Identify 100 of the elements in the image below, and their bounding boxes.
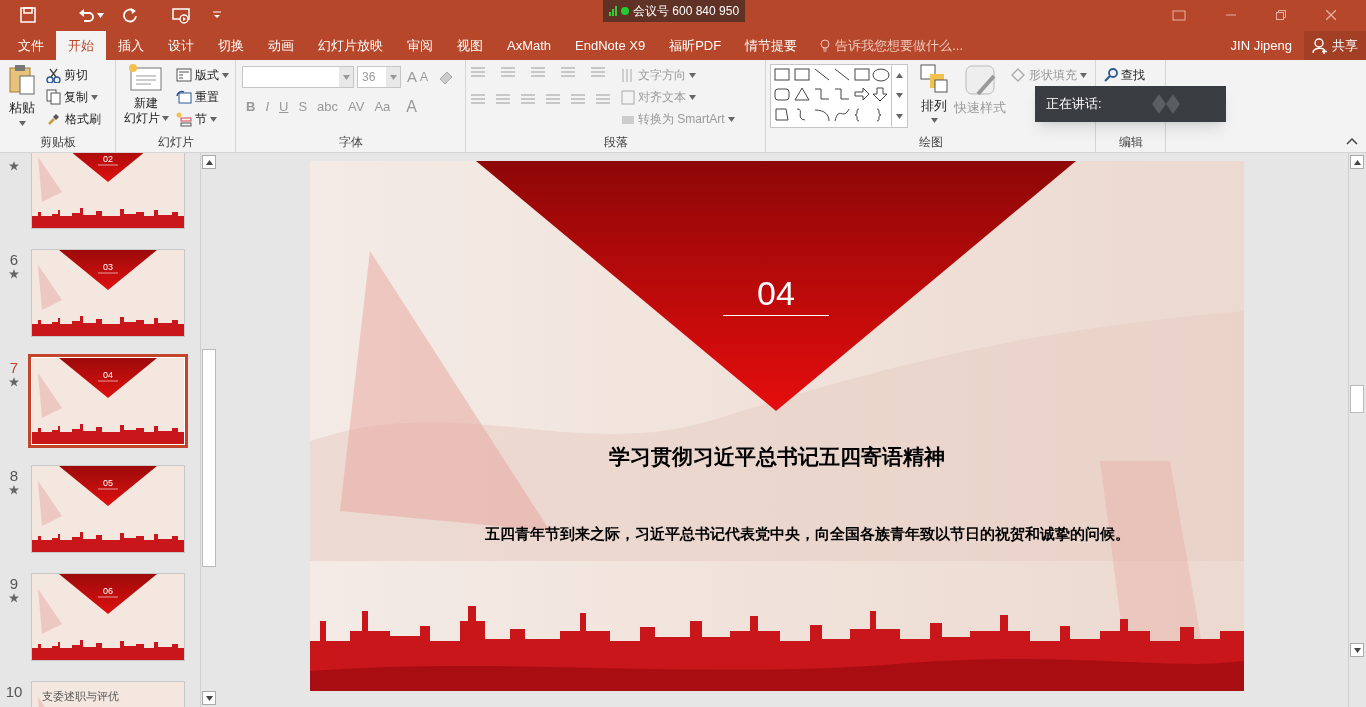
ribbon-tab[interactable]: 文件 (6, 31, 56, 60)
ribbon-tab[interactable]: 设计 (156, 31, 206, 60)
ribbon-tab[interactable]: 插入 (106, 31, 156, 60)
text-direction-icon (621, 67, 635, 83)
bullets-icon (470, 66, 486, 78)
ribbon-tab[interactable]: 切换 (206, 31, 256, 60)
save-icon (20, 7, 36, 23)
shape-fill-button[interactable]: 形状填充 (1010, 64, 1087, 86)
close-button[interactable] (1326, 10, 1336, 20)
scrollbar-thumb[interactable] (1350, 385, 1364, 413)
font-size-field[interactable]: 36 (357, 66, 401, 89)
paste-button[interactable]: 粘贴 (4, 64, 40, 133)
layout-button[interactable]: 版式 (176, 64, 229, 86)
font-name-field[interactable] (242, 66, 354, 89)
slideshow-button[interactable] (170, 5, 192, 25)
copy-button[interactable]: 复制 (46, 86, 101, 108)
shapes-gallery[interactable] (770, 64, 908, 128)
status-dot-icon (621, 7, 629, 15)
ribbon-display-button[interactable] (1172, 9, 1186, 21)
speaking-label: 正在讲话: (1046, 95, 1102, 114)
slide-scrollbar[interactable] (1348, 153, 1366, 707)
dropdown-icon (212, 11, 222, 19)
align-text-icon (621, 89, 635, 105)
brush-icon (964, 64, 996, 96)
tell-me-field[interactable]: 告诉我您想要做什么... (819, 31, 964, 60)
share-button[interactable]: 共享 (1304, 31, 1366, 60)
ribbon-tab[interactable]: 视图 (445, 31, 495, 60)
format-painter-icon (48, 114, 59, 125)
scrollbar-thumb[interactable] (202, 349, 216, 567)
group-label: 绘图 (917, 134, 944, 151)
font-style-button[interactable]: U (279, 96, 289, 117)
clear-formatting-button[interactable] (437, 69, 454, 86)
signal-icon (609, 6, 617, 16)
font-style-button[interactable]: I (265, 96, 269, 117)
increase-indent-icon (560, 66, 576, 78)
section-button[interactable]: 节 (176, 108, 229, 130)
caret-icon (18, 120, 26, 126)
convert-smartart-button[interactable]: 转换为 SmartArt (621, 108, 735, 130)
reset-button[interactable]: 重置 (176, 86, 229, 108)
redo-button[interactable] (120, 5, 140, 25)
caret-icon (896, 93, 903, 99)
search-icon (1104, 68, 1118, 82)
caret-icon (930, 117, 938, 123)
format-painter-button[interactable]: 格式刷 (46, 108, 101, 130)
ribbon-tab[interactable]: 幻灯片放映 (306, 31, 395, 60)
align-text-button[interactable]: 对齐文本 (621, 86, 735, 108)
new-slide-button[interactable]: 新建 幻灯片 (120, 64, 172, 133)
justify-icon (545, 93, 561, 105)
caret-icon (205, 695, 213, 701)
align-right-icon (520, 93, 536, 105)
ribbon-tab[interactable]: 情节提要 (733, 31, 810, 60)
chevron-up-icon (1346, 137, 1358, 146)
caret-icon (210, 116, 217, 122)
align-left-icon (470, 93, 486, 105)
slide-thumbnail[interactable]: 05 (31, 465, 185, 553)
caret-icon (727, 116, 735, 122)
save-button[interactable] (18, 5, 38, 25)
find-button[interactable]: 查找 (1104, 64, 1145, 86)
caret-icon (896, 72, 903, 78)
slide-thumbnail[interactable]: 支委述职与评优 (31, 681, 185, 707)
ribbon-tab[interactable]: 福昕PDF (657, 31, 734, 60)
group-label: 编辑 (1117, 134, 1144, 151)
quick-styles-button[interactable]: 快速样式 (954, 64, 1006, 133)
columns-icon (570, 93, 586, 105)
slide-thumbnail[interactable]: 03 (31, 249, 185, 337)
ribbon-tab[interactable]: EndNote X9 (563, 31, 658, 60)
slide-thumbnail[interactable]: 04 (28, 354, 188, 448)
caret-icon (205, 159, 213, 165)
group-label: 幻灯片 (156, 134, 195, 151)
restore-icon (1276, 10, 1286, 20)
eraser-icon (437, 69, 454, 86)
slide-layout-icon (129, 64, 163, 92)
caret-icon (1353, 647, 1361, 653)
slide-thumbnail[interactable]: 02 (31, 153, 185, 229)
caret-icon (342, 74, 350, 80)
caret-icon (97, 12, 104, 18)
ribbon-tab[interactable]: 审阅 (395, 31, 445, 60)
text-align-icon (595, 93, 611, 105)
restore-button[interactable] (1276, 10, 1286, 20)
decrease-indent-icon (530, 66, 546, 78)
group-label: 剪贴板 (38, 134, 77, 151)
slide-thumbnail[interactable]: 06 (31, 573, 185, 661)
thumbnail-scrollbar[interactable] (200, 153, 218, 707)
collapse-ribbon-button[interactable] (1346, 137, 1358, 146)
cut-button[interactable]: 剪切 (46, 64, 101, 86)
user-name[interactable]: JIN Jipeng (1230, 31, 1292, 60)
group-label: 段落 (602, 134, 629, 151)
arrange-button[interactable]: 排列 (920, 64, 948, 133)
slide-number: 8 (9, 467, 19, 485)
meeting-id: 会议号 600 840 950 (633, 3, 740, 20)
person-add-icon (1312, 37, 1328, 54)
ribbon-tab[interactable]: AxMath (495, 31, 564, 60)
text-direction-button[interactable]: 文字方向 (621, 64, 735, 86)
ribbon-tab[interactable]: 开始 (56, 31, 106, 60)
slide-body-text: 五四青年节到来之际，习近平总书记代表党中央，向全国各族青年致以节日的祝贺和诚挚的问候。 (483, 523, 1130, 545)
caret-icon (222, 72, 229, 78)
logo-icon (1151, 92, 1180, 116)
section-icon (176, 111, 192, 127)
font-style-button[interactable]: abc (317, 96, 339, 117)
ribbon-tab[interactable]: 动画 (256, 31, 306, 60)
